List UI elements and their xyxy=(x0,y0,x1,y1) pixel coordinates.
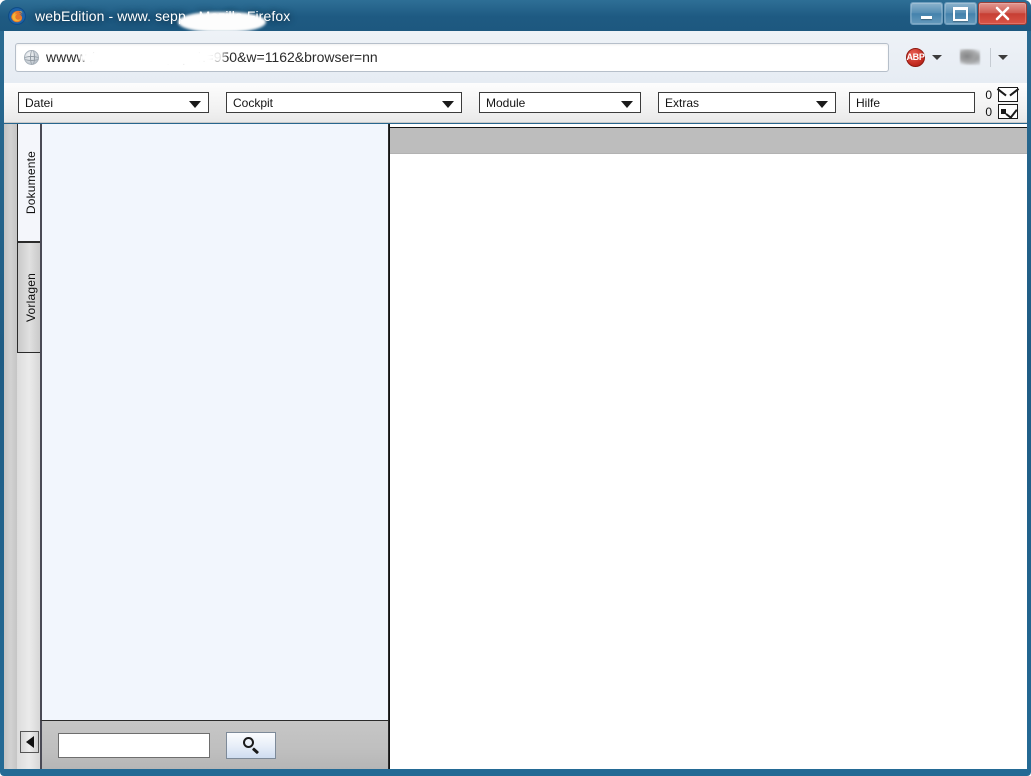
task-checkbox-icon[interactable] xyxy=(998,104,1018,119)
adblock-plus-icon[interactable]: ABP xyxy=(906,47,925,67)
chevron-down-icon xyxy=(621,101,633,108)
menu-select-module-label: Module xyxy=(486,95,526,110)
chevron-down-icon xyxy=(189,101,201,108)
window-title: webEdition - www. sepp - Mozilla Firefox xyxy=(35,8,290,31)
url-redaction-blob-2 xyxy=(166,49,224,63)
message-counter-row[interactable]: 0 xyxy=(966,87,1018,102)
application-content: Dokumente Vorlagen xyxy=(4,124,1027,769)
menu-select-hilfe-label: Hilfe xyxy=(856,95,881,110)
task-counter-row[interactable]: 0 xyxy=(966,104,1018,119)
firefox-logo-icon xyxy=(8,6,26,25)
menu-select-extras[interactable]: Extras xyxy=(658,92,836,113)
chevron-down-icon xyxy=(816,101,828,108)
window-controls[interactable] xyxy=(909,2,1027,25)
restore-button[interactable] xyxy=(944,2,977,25)
menu-select-module[interactable]: Module xyxy=(479,92,641,113)
sidebar-collapse-button[interactable] xyxy=(20,731,39,753)
minimize-icon xyxy=(911,3,942,24)
extension-chevron-down-icon[interactable] xyxy=(998,54,1008,60)
search-button[interactable] xyxy=(226,731,276,759)
minimize-button[interactable] xyxy=(910,2,943,25)
menu-select-extras-label: Extras xyxy=(665,95,700,110)
task-count: 0 xyxy=(985,104,992,119)
search-input[interactable] xyxy=(58,732,210,758)
menu-select-cockpit[interactable]: Cockpit xyxy=(226,92,462,113)
status-counters: 0 0 xyxy=(966,87,1018,119)
window-titlebar[interactable]: webEdition - www. sepp - Mozilla Firefox xyxy=(0,0,1031,31)
menu-select-hilfe[interactable]: Hilfe xyxy=(849,92,975,113)
adblock-chevron-down-icon[interactable] xyxy=(932,54,942,60)
menu-select-cockpit-label: Cockpit xyxy=(233,95,274,110)
chevron-down-icon xyxy=(442,101,454,108)
extension-icon[interactable] xyxy=(960,49,980,65)
chevron-left-icon xyxy=(25,736,34,748)
title-redaction-blob xyxy=(178,11,266,31)
globe-icon xyxy=(24,49,39,65)
url-bar[interactable]: wwww /webEdition.php?h=950&w=1162&browse… xyxy=(15,42,889,72)
main-workspace-panel[interactable] xyxy=(389,124,1027,769)
magnifier-icon xyxy=(242,736,260,754)
menu-select-datei-label: Datei xyxy=(25,95,54,110)
message-count: 0 xyxy=(985,87,992,102)
menu-select-datei[interactable]: Datei xyxy=(18,92,209,113)
main-workspace-toolbar[interactable] xyxy=(390,127,1027,154)
sidebar-search-bar xyxy=(40,721,389,769)
close-icon xyxy=(979,3,1026,24)
close-button[interactable] xyxy=(978,2,1027,25)
sidebar-tab-dokumente-label: Dokumente xyxy=(23,150,38,215)
envelope-icon[interactable] xyxy=(998,87,1018,102)
document-tree-panel[interactable] xyxy=(40,124,389,721)
firefox-window: webEdition - www. sepp - Mozilla Firefox xyxy=(0,0,1031,776)
browser-navigation-toolbar: wwww /webEdition.php?h=950&w=1162&browse… xyxy=(4,31,1027,83)
sidebar-tab-vorlagen-label: Vorlagen xyxy=(23,273,38,322)
webedition-menubar: Datei Cockpit Module Extras Hilfe 0 0 xyxy=(4,83,1027,123)
toolbar-divider xyxy=(990,47,991,67)
restore-icon xyxy=(945,3,976,24)
